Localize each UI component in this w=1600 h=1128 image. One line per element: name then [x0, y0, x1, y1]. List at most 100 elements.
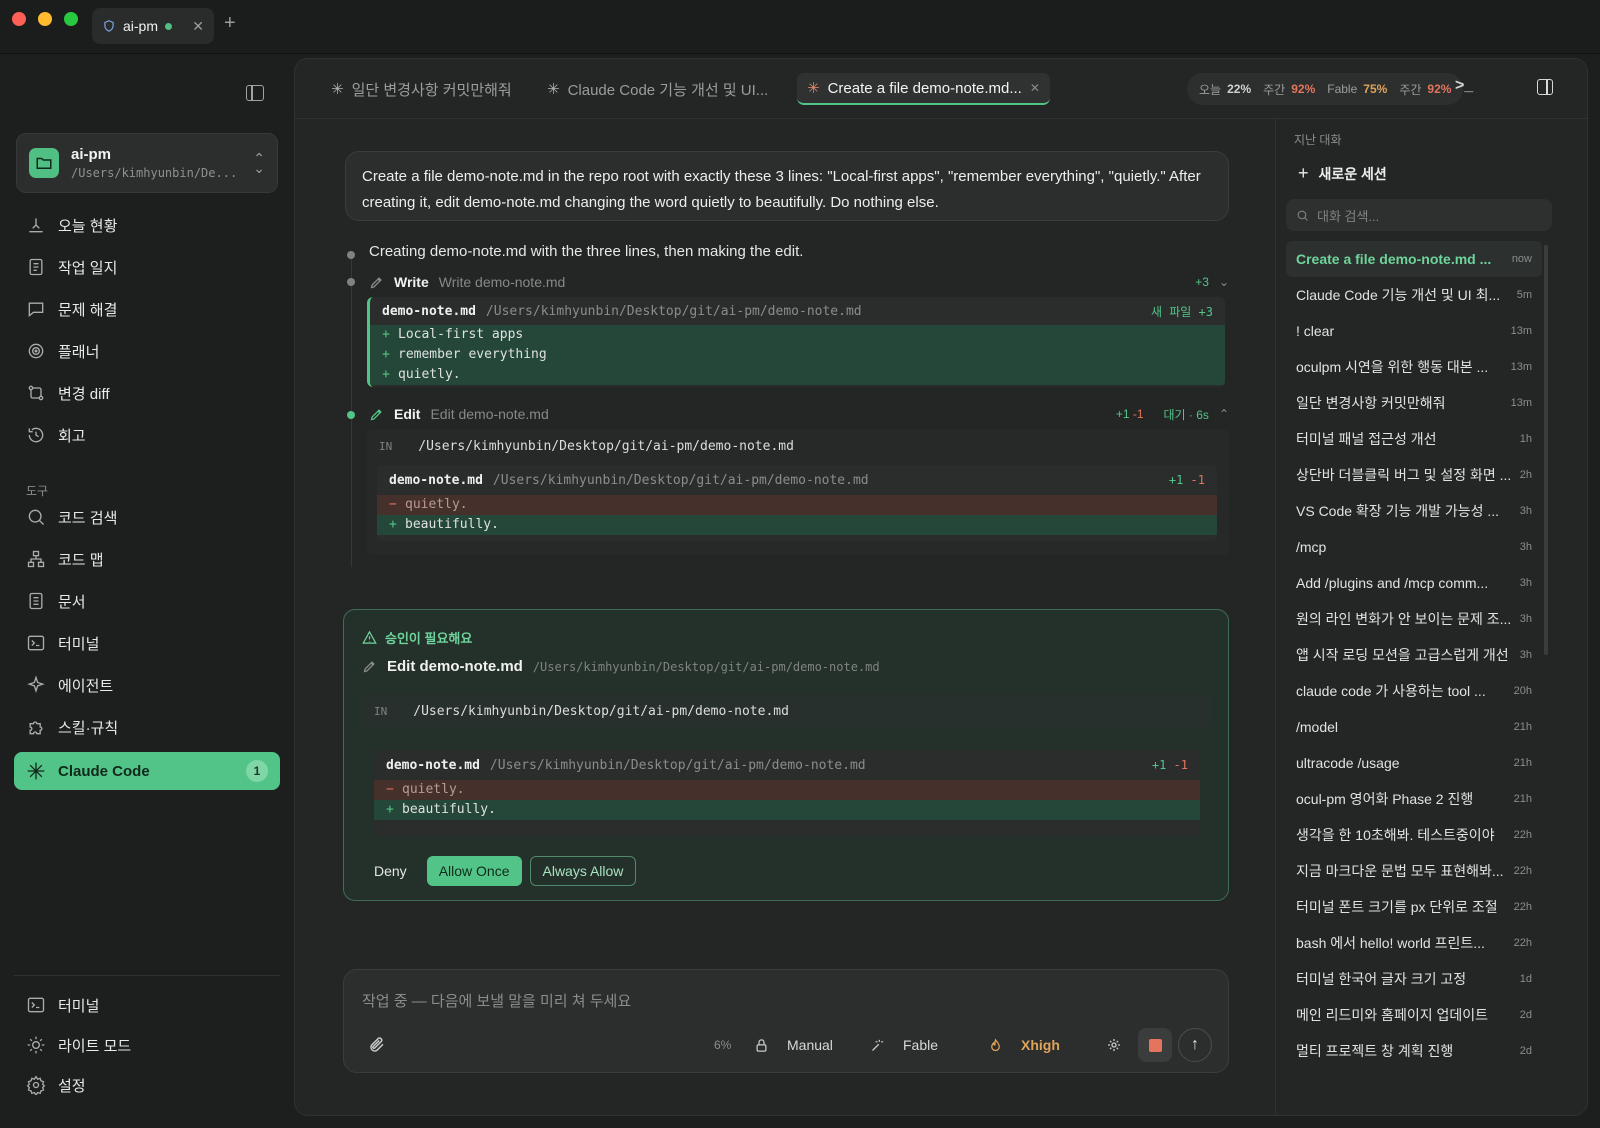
history-item[interactable]: Create a file demo-note.md ... now: [1286, 241, 1542, 277]
history-item[interactable]: Claude Code 기능 개선 및 UI 최... 5m: [1286, 277, 1542, 313]
tab-claude-code-improve[interactable]: ✳ Claude Code 기능 개선 및 UI...: [537, 73, 778, 105]
history-item[interactable]: 터미널 패널 접근성 개선 1h: [1286, 421, 1542, 457]
notebook-icon: [29, 258, 43, 276]
sidebar-item-label: 스킬·규칙: [58, 719, 119, 737]
window-tab-ai-pm[interactable]: ai-pm ✕: [92, 8, 214, 44]
tab-commit[interactable]: ✳ 일단 변경사항 커밋만해줘: [321, 73, 522, 105]
history-item[interactable]: bash 에서 hello! world 프린트... 22h: [1286, 925, 1542, 961]
attach-button[interactable]: [368, 1028, 386, 1062]
sidebar-item-settings[interactable]: 설정: [14, 1065, 280, 1105]
status-dot: [165, 22, 173, 30]
write-tool-header[interactable]: Write Write demo-note.md +3 ⌄: [369, 271, 1229, 293]
arrow-up-icon: ↑: [1191, 1036, 1199, 1053]
sidebar-item-bottom-terminal[interactable]: 터미널: [14, 985, 280, 1025]
minimize-window-button[interactable]: [38, 12, 52, 26]
history-search-input[interactable]: 대화 검색...: [1286, 199, 1552, 231]
edit-tool-header[interactable]: Edit Edit demo-note.md +1 -1 대기 · 6s ⌃: [369, 403, 1229, 425]
panel-toggle-icon[interactable]: [1537, 79, 1553, 95]
history-item[interactable]: ocul-pm 영어화 Phase 2 진행 21h: [1286, 781, 1542, 817]
history-scrollbar[interactable]: [1544, 245, 1548, 655]
close-tab-icon[interactable]: ✕: [192, 18, 204, 35]
sidebar-item-terminal[interactable]: 터미널: [14, 622, 280, 664]
lines-added: +1: [1168, 473, 1184, 487]
sidebar-item-diff[interactable]: 변경 diff: [14, 372, 280, 414]
close-window-button[interactable]: [12, 12, 26, 26]
history-item-title: Create a file demo-note.md ...: [1296, 251, 1492, 267]
history-item-time: 3h: [1519, 613, 1532, 625]
user-message: Create a file demo-note.md in the repo r…: [345, 151, 1229, 221]
composer-settings-button[interactable]: [1106, 1028, 1122, 1062]
history-item[interactable]: 메인 리드미와 홈페이지 업데이트 2d: [1286, 997, 1542, 1033]
diff-header: demo-note.md /Users/kimhyunbin/Desktop/g…: [377, 465, 1217, 495]
sidebar-item-agents[interactable]: 에이전트: [14, 664, 280, 706]
tab-demo-note[interactable]: ✳ Create a file demo-note.md... ✕: [797, 73, 1050, 105]
history-item[interactable]: claude code 가 사용하는 tool ... 20h: [1286, 673, 1542, 709]
edit-diff: demo-note.md /Users/kimhyunbin/Desktop/g…: [377, 465, 1217, 541]
sidebar-item-claude-code[interactable]: Claude Code 1: [14, 752, 280, 790]
diff-filename: demo-note.md: [389, 472, 483, 488]
zoom-window-button[interactable]: [64, 12, 78, 26]
sidebar-item-docs[interactable]: 문서: [14, 580, 280, 622]
sidebar-item-label: 코드 검색: [58, 509, 118, 527]
history-item[interactable]: oculpm 시연을 위한 행동 대본 ... 13m: [1286, 349, 1542, 385]
history-item[interactable]: 멀티 프로젝트 창 계획 진행 2d: [1286, 1033, 1542, 1069]
chevron-up-icon[interactable]: ⌃: [1219, 407, 1229, 421]
document-icon: [29, 592, 43, 610]
history-item-time: 1d: [1519, 973, 1532, 985]
sidebar-item-planner[interactable]: 플래너: [14, 330, 280, 372]
history-item[interactable]: 원의 라인 변화가 안 보이는 문제 조... 3h: [1286, 601, 1542, 637]
send-button[interactable]: ↑: [1178, 1028, 1212, 1062]
history-item[interactable]: Add /plugins and /mcp comm... 3h: [1286, 565, 1542, 601]
sidebar-item-retro[interactable]: 회고: [14, 414, 280, 456]
history-item[interactable]: VS Code 확장 기능 개발 가능성 ... 3h: [1286, 493, 1542, 529]
sidebar-item-worklog[interactable]: 작업 일지: [14, 246, 280, 288]
history-item-title: ocul-pm 영어화 Phase 2 진행: [1296, 791, 1474, 807]
tab-label: Create a file demo-note.md...: [827, 79, 1022, 97]
history-item-title: 메인 리드미와 홈페이지 업데이트: [1296, 1007, 1488, 1023]
approval-diff: demo-note.md /Users/kimhyunbin/Desktop/g…: [374, 750, 1200, 836]
history-item[interactable]: 터미널 한국어 글자 크기 고정 1d: [1286, 961, 1542, 997]
new-session-button[interactable]: + 새로운 세션: [1298, 163, 1387, 184]
usage-week2-label: 주간: [1399, 82, 1422, 97]
tool-name: Edit: [394, 406, 421, 422]
lines-removed: -1: [1173, 758, 1188, 772]
sidebar-item-troubleshoot[interactable]: 문제 해결: [14, 288, 280, 330]
terminal-prompt-icon[interactable]: >_: [1455, 77, 1473, 95]
history-item[interactable]: /model 21h: [1286, 709, 1542, 745]
sidebar-item-code-map[interactable]: 코드 맵: [14, 538, 280, 580]
history-item[interactable]: 앱 시작 로딩 모션을 고급스럽게 개선 3h: [1286, 637, 1542, 673]
main-panel: ✳ 일단 변경사항 커밋만해줘 ✳ Claude Code 기능 개선 및 UI…: [294, 58, 1588, 1116]
sidebar-item-today[interactable]: 오늘 현황: [14, 204, 280, 246]
gear-icon: [1108, 1039, 1120, 1051]
history-item[interactable]: ! clear 13m: [1286, 313, 1542, 349]
always-allow-button[interactable]: Always Allow: [529, 856, 637, 886]
history-item[interactable]: /mcp 3h: [1286, 529, 1542, 565]
stop-button[interactable]: [1138, 1028, 1172, 1062]
effort-selector[interactable]: Xhigh: [988, 1028, 1060, 1062]
approval-tool-name: Edit demo-note.md: [387, 658, 523, 675]
project-switcher[interactable]: ai-pm /Users/kimhyunbin/De... ⌃ ⌄: [16, 133, 278, 193]
history-item[interactable]: ultracode /usage 21h: [1286, 745, 1542, 781]
sidebar-item-code-search[interactable]: 코드 검색: [14, 496, 280, 538]
chevron-down-icon[interactable]: ⌄: [1219, 275, 1229, 289]
message-composer[interactable]: 작업 중 — 다음에 보낼 말을 미리 쳐 두세요 6% Manual Fabl…: [343, 969, 1229, 1073]
lines-added: +1: [1115, 407, 1130, 421]
history-item-time: 22h: [1513, 865, 1532, 877]
sidebar-item-skills[interactable]: 스킬·규칙: [14, 706, 280, 748]
close-tab-icon[interactable]: ✕: [1030, 81, 1040, 95]
new-tab-button[interactable]: +: [224, 12, 236, 35]
model-selector[interactable]: Fable: [870, 1028, 938, 1062]
usage-meter[interactable]: 오늘 22% 주간 92% Fable 75% 주간 92%: [1187, 73, 1464, 105]
pencil-icon: [370, 408, 382, 420]
history-item[interactable]: 생각을 한 10초해봐. 테스트중이야 22h: [1286, 817, 1542, 853]
history-item[interactable]: 지금 마크다운 문법 모두 표현해봐... 22h: [1286, 853, 1542, 889]
history-item[interactable]: 상단바 더블클릭 버그 및 설정 화면 ... 2h: [1286, 457, 1542, 493]
history-item[interactable]: 일단 변경사항 커밋만해줘 13m: [1286, 385, 1542, 421]
history-item[interactable]: 터미널 폰트 크기를 px 단위로 조절 22h: [1286, 889, 1542, 925]
sidebar-item-light-mode[interactable]: 라이트 모드: [14, 1025, 280, 1065]
deny-button[interactable]: Deny: [362, 856, 419, 886]
sidebar-toggle-icon[interactable]: [246, 85, 264, 101]
composer-placeholder[interactable]: 작업 중 — 다음에 보낼 말을 미리 쳐 두세요: [362, 990, 631, 1011]
allow-once-button[interactable]: Allow Once: [426, 856, 522, 886]
permission-mode-selector[interactable]: Manual: [754, 1028, 833, 1062]
